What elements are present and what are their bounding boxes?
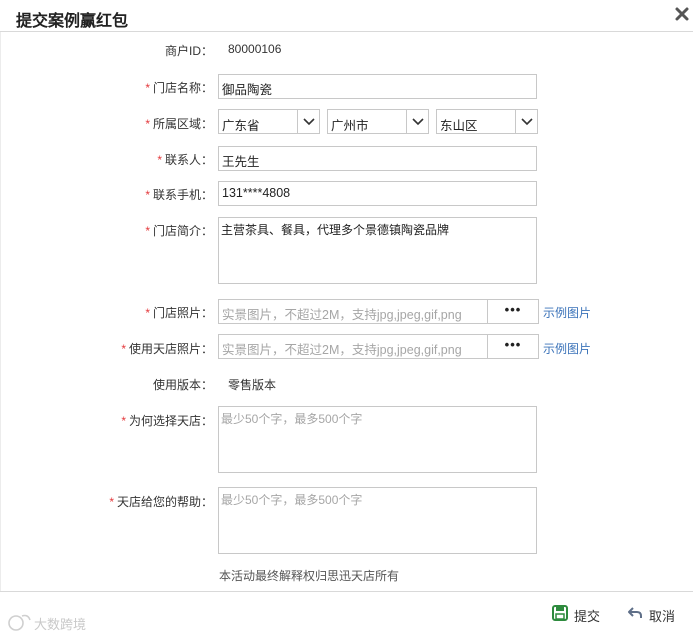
version-label: 使用版本： <box>152 378 213 392</box>
help-textarea[interactable]: 最少50个字，最多500个字 <box>218 487 537 554</box>
usage-photo-input[interactable]: 实景图片，不超过2M，支持jpg,jpeg,gif,png <box>218 334 488 359</box>
chevron-down-icon[interactable] <box>515 110 537 133</box>
help-label: * 天店给您的帮助： <box>109 495 213 509</box>
required-mark: * <box>145 306 150 320</box>
phone-label: * 联系手机： <box>145 188 213 202</box>
watermark-text: 大数跨境 <box>34 617 87 632</box>
store-photo-browse-button[interactable]: ••• <box>488 299 539 324</box>
cancel-button[interactable]: 取消 <box>627 605 679 624</box>
required-mark: * <box>145 117 150 131</box>
store-name-input[interactable]: 御品陶瓷 <box>218 74 537 99</box>
region-label: * 所属区域： <box>145 117 213 131</box>
chevron-down-icon[interactable] <box>297 110 319 133</box>
required-mark: * <box>109 495 114 509</box>
why-textarea[interactable]: 最少50个字，最多500个字 <box>218 406 537 473</box>
submit-button[interactable]: 提交 <box>552 605 604 624</box>
store-photo-label: * 门店照片： <box>145 306 213 320</box>
chevron-down-icon[interactable] <box>406 110 428 133</box>
city-select[interactable]: 广州市 <box>327 109 429 134</box>
submit-label: 提交 <box>574 609 601 624</box>
cancel-label: 取消 <box>649 609 676 624</box>
store-photo-input[interactable]: 实景图片，不超过2M，支持jpg,jpeg,gif,png <box>218 299 488 324</box>
close-icon[interactable] <box>674 6 690 22</box>
required-mark: * <box>145 224 150 238</box>
store-name-label: * 门店名称： <box>145 81 213 95</box>
usage-photo-label: * 使用天店照片： <box>121 342 213 356</box>
district-select[interactable]: 东山区 <box>436 109 538 134</box>
contact-input[interactable]: 王先生 <box>218 146 537 171</box>
submit-case-dialog: 提交案例赢红包 商户ID： 80000106 * 门店名称： 御品陶瓷 * 所属区域… <box>0 0 693 638</box>
dialog-titlebar: 提交案例赢红包 <box>0 0 693 32</box>
district-value: 东山区 <box>440 119 478 133</box>
dialog-title: 提交案例赢红包 <box>16 13 129 30</box>
why-label: * 为何选择天店： <box>121 414 213 428</box>
required-mark: * <box>157 153 162 167</box>
contact-label: * 联系人： <box>157 153 213 167</box>
merchant-id-label: 商户ID： <box>164 44 213 58</box>
province-select[interactable]: 广东省 <box>218 109 320 134</box>
province-value: 广东省 <box>222 119 260 133</box>
merchant-id-value: 80000106 <box>228 42 282 56</box>
city-value: 广州市 <box>331 119 369 133</box>
save-icon <box>552 605 568 621</box>
intro-label: * 门店简介： <box>145 224 213 238</box>
usage-photo-browse-button[interactable]: ••• <box>488 334 539 359</box>
version-value: 零售版本 <box>228 378 277 392</box>
store-photo-sample-link[interactable]: 示例图片 <box>543 304 591 321</box>
intro-textarea[interactable]: 主营茶具、餐具，代理多个景德镇陶瓷品牌 <box>218 217 537 284</box>
phone-input[interactable]: 131****4808 <box>218 181 537 206</box>
watermark-logo-icon <box>8 614 31 631</box>
required-mark: * <box>145 81 150 95</box>
disclaimer-note: 本活动最终解释权归思迅天店所有 <box>219 569 400 583</box>
required-mark: * <box>145 188 150 202</box>
required-mark: * <box>121 414 126 428</box>
required-mark: * <box>121 342 126 356</box>
usage-photo-sample-link[interactable]: 示例图片 <box>543 340 591 357</box>
undo-icon <box>628 607 642 618</box>
